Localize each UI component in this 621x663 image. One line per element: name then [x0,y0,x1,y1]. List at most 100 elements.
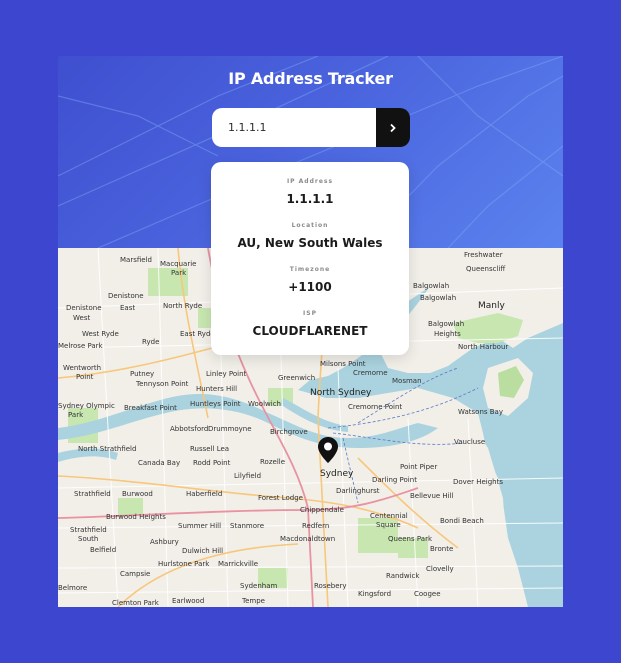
ip-address-label: IP Address [286,178,334,185]
map-label: Breakfast Point [124,404,177,412]
map-label: Marsfield [120,256,152,264]
map-label: Milsons Point [320,360,366,368]
app-frame: Marsfield Macquarie Park Freshwater Quee… [58,56,563,607]
map-label: Park [68,411,84,419]
map-label: West Ryde [82,330,119,338]
map-label: Huntleys Point [190,400,241,408]
map-label: North Ryde [163,302,202,310]
ip-info-card: IP Address 1.1.1.1 Location AU, New Sout… [211,162,409,355]
map-label: Summer Hill [178,522,221,530]
page-title: IP Address Tracker [228,69,393,88]
map-label: Balgowlah [420,294,456,302]
map-label: East [120,304,135,312]
map-label: Wentworth [63,364,101,372]
map-label: Centennial [370,512,408,520]
map-label: Vaucluse [454,438,485,446]
map-label: Putney [130,370,154,378]
search-bar [212,108,410,147]
map-label: Bronte [430,545,453,553]
map-label: Earlwood [172,597,204,605]
map-label: North Harbour [458,343,508,351]
location-label: Location [291,222,329,229]
timezone-value: +1100 [288,280,332,294]
map-label: Canada Bay [138,459,180,467]
map-label: South [78,535,98,543]
map-label: Marrickville [218,560,258,568]
map-label: Belfield [90,546,116,554]
location-value: AU, New South Wales [237,236,383,250]
map-label: North Strathfield [78,445,136,453]
map-label: Mosman [392,377,422,385]
map-label: Balgowlah [413,282,449,290]
map-label: Square [376,521,401,529]
map-label: Linley Point [206,370,247,378]
map-label: Point Piper [400,463,437,471]
map-label: Rodd Point [193,459,231,467]
map-label: Campsie [120,570,150,578]
map-label: North Sydney [310,388,372,398]
map-label: Kingsford [358,590,391,598]
map-label: Queenscliff [466,265,505,273]
ip-address-value: 1.1.1.1 [286,192,334,206]
map-label: Strathfield [74,490,111,498]
map-label: Drummoyne [208,425,252,433]
map-label: Watsons Bay [458,408,503,416]
map-label: Bondi Beach [440,517,484,525]
map-label: Stanmore [230,522,264,530]
map-label: Freshwater [464,251,503,259]
map-label: Chippendale [300,506,344,514]
map-label: Manly [478,301,505,311]
map-label: Dover Heights [453,478,503,486]
isp-value: CLOUDFLARENET [252,324,368,338]
map-label: Woolwich [248,400,281,408]
map-label: Dulwich Hill [182,547,223,555]
map-label: Balgowlah [428,320,464,328]
map-label: Hurlstone Park [158,560,210,568]
map-label: Belmore [58,584,87,592]
submit-button[interactable] [376,108,410,147]
map-label: Coogee [414,590,441,598]
map-label: Birchgrove [270,428,308,436]
map-label: Melrose Park [58,342,104,350]
map-label: Queens Park [388,535,433,543]
chevron-right-icon [390,123,396,132]
map-label: Tennyson Point [135,380,189,388]
map-label: Abbotsford [170,425,208,433]
map-label: Sydney Olympic [58,402,115,410]
map-label: Randwick [386,572,420,580]
map-label: Ashbury [150,538,179,546]
location-marker[interactable] [317,436,339,468]
map-label: Forest Lodge [258,494,303,502]
map-label: West [73,314,90,322]
map-label: Clovelly [426,565,454,573]
map-label: Denistone [66,304,102,312]
map-label: Rozelle [260,458,285,466]
map-label: Sydney [320,469,354,479]
map-label: Hunters Hill [196,385,237,393]
map-label: Sydenham [240,582,277,590]
map-label: Russell Lea [190,445,229,453]
map-label: Rosebery [314,582,347,590]
map-label: Greenwich [278,374,315,382]
map-label: Haberfield [186,490,222,498]
map-label: Denistone [108,292,144,300]
map-label: Darling Point [372,476,417,484]
map-label: Park [171,269,187,277]
map-label: Macquarie [160,260,196,268]
map-label: Redfern [302,522,329,530]
timezone-label: Timezone [289,266,331,273]
map-label: Strathfield [70,526,107,534]
map-label: Tempe [241,597,265,605]
isp-label: ISP [303,310,317,317]
map-label: Lilyfield [234,472,261,480]
map-label: Cremorne Point [348,403,402,411]
map-label: Macdonaldtown [280,535,335,543]
map-label: Clemton Park [112,599,160,607]
map-label: East Ryde [180,330,215,338]
map-label: Burwood Heights [106,513,166,521]
location-pin-icon [318,437,338,463]
map-label: Cremorne [353,369,388,377]
map-label: Heights [434,330,461,338]
map-label: Burwood [122,490,153,498]
ip-search-input[interactable] [212,108,376,147]
